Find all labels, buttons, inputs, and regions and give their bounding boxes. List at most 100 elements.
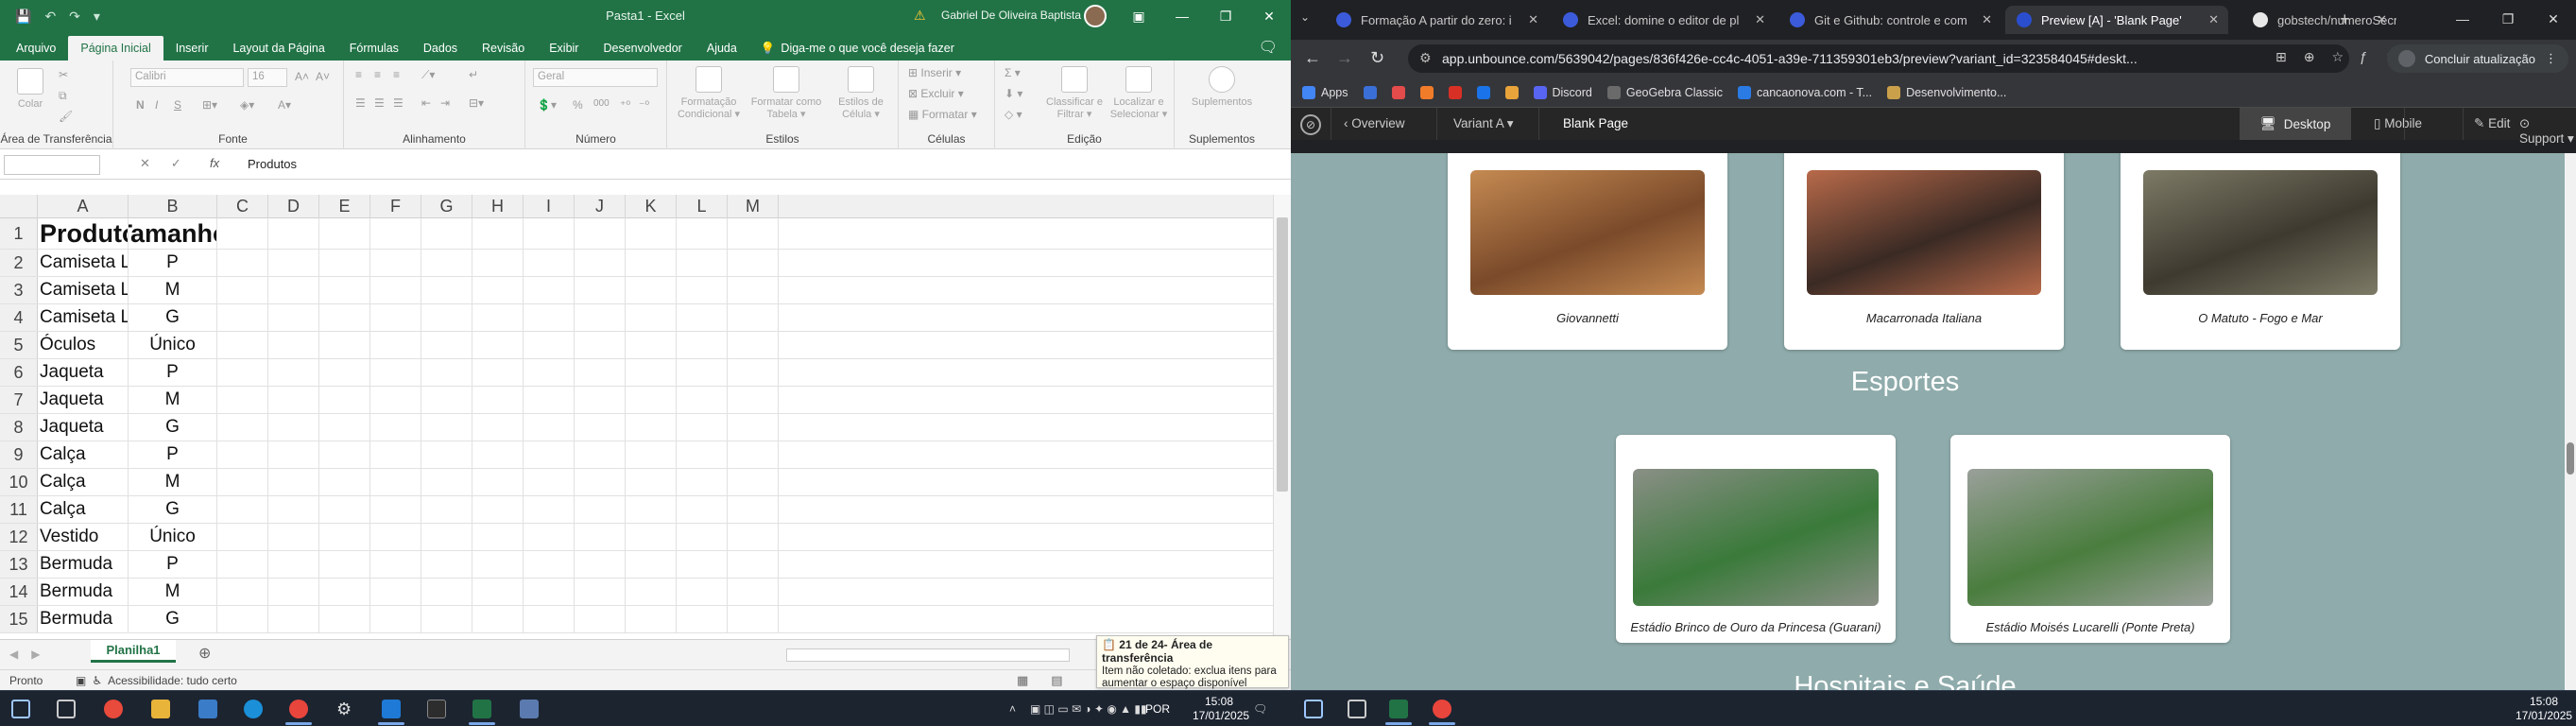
column-header[interactable]: G <box>421 195 472 218</box>
bold-button[interactable]: N <box>136 98 145 112</box>
maximize-icon[interactable]: ❐ <box>1204 0 1247 32</box>
align-right-icon[interactable]: ☰ <box>393 96 404 110</box>
row-header[interactable]: 13 <box>0 551 38 578</box>
overview-link[interactable]: ‹ Overview <box>1344 116 1405 130</box>
cell-empty[interactable] <box>524 359 575 386</box>
cell-empty[interactable] <box>319 579 370 605</box>
chrome-icon[interactable] <box>289 700 308 718</box>
cell-empty[interactable] <box>421 606 472 632</box>
cell-empty[interactable] <box>217 218 268 249</box>
font-name-combo[interactable]: Calibri <box>130 68 244 87</box>
cell-empty[interactable] <box>524 387 575 413</box>
cell-empty[interactable] <box>370 606 421 632</box>
row-header[interactable]: 6 <box>0 359 38 386</box>
cell-b[interactable]: G <box>129 304 217 331</box>
underline-button[interactable]: S <box>174 98 181 112</box>
cell-empty[interactable] <box>421 359 472 386</box>
cell-empty[interactable] <box>575 524 626 550</box>
cell-empty[interactable] <box>575 414 626 441</box>
cell-empty[interactable] <box>728 441 779 468</box>
cell-empty[interactable] <box>575 387 626 413</box>
decrease-font-icon[interactable]: A˅ <box>316 70 330 83</box>
addins-button[interactable]: Suplementos <box>1184 66 1260 109</box>
bookmark-item[interactable]: Desenvolvimento... <box>1887 85 2006 99</box>
currency-icon[interactable]: 💲▾ <box>537 98 557 112</box>
browser-tab[interactable]: Preview [A] - 'Blank Page' ✕ <box>2005 6 2228 34</box>
cell-empty[interactable] <box>677 441 728 468</box>
find-select-button[interactable]: Localizar e Selecionar ▾ <box>1107 66 1171 121</box>
cell-empty[interactable] <box>472 441 524 468</box>
font-size-combo[interactable]: 16 <box>248 68 287 87</box>
desktop-view-button[interactable]: 🖥 Desktop <box>2240 108 2351 140</box>
cell-empty[interactable] <box>728 606 779 632</box>
cell-empty[interactable] <box>370 332 421 358</box>
cell-empty[interactable] <box>626 277 677 303</box>
row-header[interactable]: 2 <box>0 250 38 276</box>
cell-empty[interactable] <box>524 441 575 468</box>
cell-empty[interactable] <box>677 606 728 632</box>
cell-empty[interactable] <box>421 414 472 441</box>
cell-empty[interactable] <box>472 579 524 605</box>
cell-empty[interactable] <box>575 551 626 578</box>
cell-empty[interactable] <box>472 218 524 249</box>
variant-dropdown[interactable]: Variant A ▾ <box>1453 116 1514 131</box>
tell-me-search[interactable]: 💡 Diga-me o que você deseja fazer <box>749 36 954 60</box>
column-header[interactable]: F <box>370 195 421 218</box>
merge-center-icon[interactable]: ⊟▾ <box>469 96 484 110</box>
cell-empty[interactable] <box>370 359 421 386</box>
cell-empty[interactable] <box>472 496 524 523</box>
cell-empty[interactable] <box>370 387 421 413</box>
site-info-icon[interactable]: ⚙ <box>1419 50 1432 66</box>
cell-empty[interactable] <box>728 304 779 331</box>
cell-empty[interactable] <box>728 332 779 358</box>
bookmark-item[interactable] <box>1504 85 1519 99</box>
cell-empty[interactable] <box>421 551 472 578</box>
warning-icon[interactable]: ⚠ <box>914 8 926 24</box>
tab-close-icon[interactable]: ✕ <box>1982 12 1992 27</box>
cell-a[interactable]: Camiseta Lisa <box>38 304 129 331</box>
cell-empty[interactable] <box>319 414 370 441</box>
insert-function-button[interactable]: fx <box>210 156 219 170</box>
ribbon-display-icon[interactable]: ▣ <box>1117 0 1160 32</box>
cell-empty[interactable] <box>677 524 728 550</box>
column-header[interactable]: E <box>319 195 370 218</box>
formula-input[interactable]: Produtos <box>248 157 297 171</box>
name-box[interactable] <box>4 155 100 175</box>
cell-empty[interactable] <box>268 277 319 303</box>
cell-empty[interactable] <box>728 524 779 550</box>
cell-b[interactable]: G <box>129 606 217 632</box>
autosum-icon[interactable]: Σ ▾ <box>1005 66 1021 79</box>
cell-empty[interactable] <box>319 218 370 249</box>
cell-empty[interactable] <box>728 218 779 249</box>
column-header[interactable]: H <box>472 195 524 218</box>
cell-empty[interactable] <box>524 579 575 605</box>
paste-button[interactable]: Colar <box>13 68 47 111</box>
accessibility-status[interactable]: Acessibilidade: tudo certo <box>108 674 237 687</box>
cell-b[interactable]: M <box>129 469 217 495</box>
cancel-icon[interactable]: ✕ <box>140 156 150 171</box>
cell-empty[interactable] <box>677 469 728 495</box>
cell-empty[interactable] <box>524 250 575 276</box>
clock[interactable]: 15:08 17/01/2025 <box>1193 695 1249 723</box>
task-view-icon[interactable] <box>1348 700 1366 718</box>
tab-close-icon[interactable]: ✕ <box>2208 12 2219 27</box>
cell-empty[interactable] <box>626 414 677 441</box>
tab-review[interactable]: Revisão <box>470 36 537 60</box>
bookmark-item[interactable] <box>1476 85 1490 99</box>
minimize-icon[interactable]: — <box>2440 0 2485 38</box>
unbounce-logo-icon[interactable]: ⊘ <box>1300 114 1321 135</box>
align-center-icon[interactable]: ☰ <box>374 96 385 110</box>
tray-chevron-icon[interactable]: ˄ <box>1009 702 1016 717</box>
row-header[interactable]: 3 <box>0 277 38 303</box>
cell-empty[interactable] <box>677 414 728 441</box>
calculator-icon[interactable] <box>198 700 217 718</box>
cell-a[interactable]: Calça <box>38 469 129 495</box>
sheet-nav-arrows[interactable]: ◀▶ <box>9 648 53 661</box>
cell-empty[interactable] <box>268 606 319 632</box>
tab-search-icon[interactable]: ⌄ <box>1300 10 1310 24</box>
cell-a[interactable]: Camiseta Lisa <box>38 277 129 303</box>
cell-b[interactable]: G <box>129 414 217 441</box>
row-header[interactable]: 7 <box>0 387 38 413</box>
bookmark-item[interactable]: Discord <box>1533 85 1592 99</box>
row-header[interactable]: 5 <box>0 332 38 358</box>
